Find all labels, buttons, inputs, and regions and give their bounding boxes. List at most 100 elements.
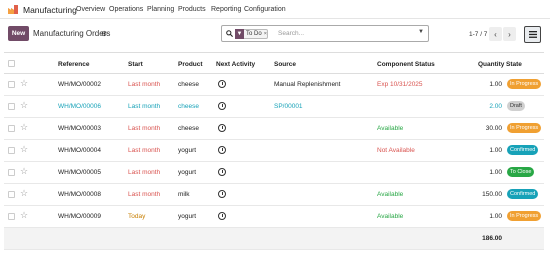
star-icon[interactable]: ☆: [20, 188, 28, 199]
total-quantity: 186.00: [482, 235, 502, 242]
status-badge: Confirmed: [507, 145, 539, 155]
manufacturing-app-icon[interactable]: [8, 5, 18, 14]
status-badge: To Close: [507, 167, 535, 177]
app-name[interactable]: Manufacturing: [23, 5, 77, 15]
cell-product: yogurt: [178, 169, 197, 176]
menu-overview[interactable]: Overview: [76, 6, 105, 13]
cell-quantity: 1.00: [489, 147, 502, 154]
star-icon[interactable]: ☆: [20, 100, 28, 111]
pager-value[interactable]: 1-7 / 7: [469, 31, 487, 38]
status-badge: In Progress: [507, 79, 542, 89]
search-bar[interactable]: ▼ To Do × Search... ▼: [221, 25, 429, 42]
cell-component-status: Not Available: [377, 147, 415, 154]
status-badge: Confirmed: [507, 189, 539, 199]
cell-start: Last month: [128, 125, 161, 132]
table-row[interactable]: ☆ WH/MO/00003 Last month cheese Availabl…: [4, 118, 544, 140]
facet-label: To Do: [246, 31, 262, 37]
cell-reference: WH/MO/00003: [58, 125, 101, 132]
cell-reference: WH/MO/00008: [58, 191, 101, 198]
table-row[interactable]: ☆ WH/MO/00002 Last month cheese Manual R…: [4, 74, 544, 96]
cell-start: Last month: [128, 81, 161, 88]
cell-reference: WH/MO/00002: [58, 81, 101, 88]
select-all-checkbox[interactable]: [8, 60, 15, 67]
cell-start: Last month: [128, 147, 161, 154]
clock-icon[interactable]: [218, 168, 226, 176]
menu-products[interactable]: Products: [178, 6, 206, 13]
cell-quantity: 150.00: [482, 191, 502, 198]
clock-icon[interactable]: [218, 146, 226, 154]
col-quantity[interactable]: Quantity: [478, 61, 504, 68]
col-start[interactable]: Start: [128, 61, 143, 68]
star-icon[interactable]: ☆: [20, 166, 28, 177]
cell-start: Last month: [128, 103, 161, 110]
menu-planning[interactable]: Planning: [147, 6, 174, 13]
caret-down-icon[interactable]: ▼: [418, 29, 424, 35]
row-checkbox[interactable]: [8, 125, 15, 132]
status-badge: In Progress: [507, 211, 542, 221]
cell-source: Manual Replenishment: [274, 81, 341, 88]
row-checkbox[interactable]: [8, 147, 15, 154]
cell-start: Last month: [128, 191, 161, 198]
star-icon[interactable]: ☆: [20, 210, 28, 221]
menu-reporting[interactable]: Reporting: [211, 6, 241, 13]
cell-quantity: 1.00: [489, 81, 502, 88]
cell-reference: WH/MO/00004: [58, 147, 101, 154]
cell-reference: WH/MO/00005: [58, 169, 101, 176]
cell-quantity: 2.00: [489, 103, 502, 110]
table-footer: 186.00: [4, 228, 544, 250]
col-component-status[interactable]: Component Status: [377, 61, 435, 68]
filter-icon: ▼: [235, 29, 244, 39]
search-facet[interactable]: ▼ To Do ×: [235, 29, 268, 39]
search-input[interactable]: Search...: [278, 30, 304, 37]
clock-icon[interactable]: [218, 80, 226, 88]
list-view-button[interactable]: [524, 26, 541, 43]
cell-start: Today: [128, 213, 146, 220]
table-row[interactable]: ☆ WH/MO/00006 Last month cheese SP/00001…: [4, 96, 544, 118]
clock-icon[interactable]: [218, 190, 226, 198]
star-icon[interactable]: ☆: [20, 122, 28, 133]
new-button[interactable]: New: [8, 26, 29, 41]
cell-reference: WH/MO/00006: [58, 103, 101, 110]
row-checkbox[interactable]: [8, 213, 15, 220]
row-checkbox[interactable]: [8, 81, 15, 88]
clock-icon[interactable]: [218, 212, 226, 220]
search-icon: [226, 30, 233, 37]
star-icon[interactable]: ☆: [20, 144, 28, 155]
row-checkbox[interactable]: [8, 169, 15, 176]
star-icon[interactable]: ☆: [20, 78, 28, 89]
table-row[interactable]: ☆ WH/MO/00008 Last month milk Available …: [4, 184, 544, 206]
col-next-activity[interactable]: Next Activity: [216, 61, 255, 68]
chevron-right-icon[interactable]: ›: [503, 27, 516, 41]
col-reference[interactable]: Reference: [58, 61, 89, 68]
col-state[interactable]: State: [506, 61, 522, 68]
table-row[interactable]: ☆ WH/MO/00004 Last month yogurt Not Avai…: [4, 140, 544, 162]
clock-icon[interactable]: [218, 124, 226, 132]
col-product[interactable]: Product: [178, 61, 203, 68]
col-source[interactable]: Source: [274, 61, 296, 68]
list-icon: [528, 31, 537, 38]
row-checkbox[interactable]: [8, 103, 15, 110]
control-panel: New Manufacturing Orders ⚙ ▼ To Do × Sea…: [0, 19, 550, 51]
table-row[interactable]: ☆ WH/MO/00009 Today yogurt Available 1.0…: [4, 206, 544, 228]
menu-operations[interactable]: Operations: [109, 6, 143, 13]
status-badge: In Progress: [507, 123, 542, 133]
cell-reference: WH/MO/00009: [58, 213, 101, 220]
clock-icon[interactable]: [218, 102, 226, 110]
status-badge: Draft: [507, 101, 525, 111]
cell-quantity: 30.00: [485, 125, 502, 132]
page-title: Manufacturing Orders: [33, 29, 111, 38]
menu-configuration[interactable]: Configuration: [244, 6, 286, 13]
cell-product: milk: [178, 191, 190, 198]
cell-start: Last month: [128, 169, 161, 176]
gear-icon[interactable]: ⚙: [101, 30, 107, 38]
cell-product: cheese: [178, 81, 199, 88]
chevron-left-icon[interactable]: ‹: [489, 27, 502, 41]
table-row[interactable]: ☆ WH/MO/00005 Last month yogurt 1.00 To …: [4, 162, 544, 184]
close-icon[interactable]: ×: [264, 31, 267, 37]
cell-component-status: Available: [377, 125, 404, 132]
cell-component-status: Available: [377, 213, 404, 220]
cell-product: cheese: [178, 103, 199, 110]
cell-quantity: 1.00: [489, 213, 502, 220]
cell-source: SP/00001: [274, 103, 303, 110]
row-checkbox[interactable]: [8, 191, 15, 198]
